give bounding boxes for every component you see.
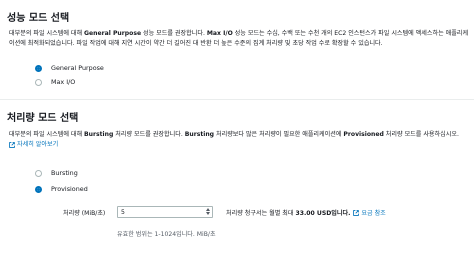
learn-more-label: 자세히 알아보기 xyxy=(17,141,59,148)
section-divider xyxy=(0,99,474,100)
tp-desc-part: 대부분의 파일 시스템에 대해 xyxy=(9,131,85,138)
radio-provisioned[interactable]: Provisioned xyxy=(35,184,88,194)
radio-checked-icon[interactable] xyxy=(35,64,42,72)
radio-label: General Purpose xyxy=(51,64,104,72)
pricing-note: 처리량 청구서는 월별 최대 33.00 USD입니다. 요금 참조 xyxy=(226,208,386,217)
stepper-down-icon[interactable] xyxy=(206,212,210,215)
pricing-note-prefix: 처리량 청구서는 월별 최대 xyxy=(226,210,294,217)
radio-checked-icon[interactable] xyxy=(35,185,42,193)
perf-desc-part: 성능 모드를 권장합니다. xyxy=(141,30,207,37)
perf-mode-description: 대부분의 파일 시스템에 대해 General Purpose 성능 모드를 권… xyxy=(9,29,469,49)
radio-bursting[interactable]: Bursting xyxy=(35,168,78,178)
throughput-mode-title: 처리량 모드 선택 xyxy=(7,113,79,124)
external-link-icon xyxy=(353,209,360,216)
perf-mode-title: 성능 모드 선택 xyxy=(7,13,70,24)
learn-more-link[interactable]: 자세히 알아보기 xyxy=(9,140,58,150)
tp-desc-part: 처리량보다 많은 처리량이 필요한 애플리케이션에 xyxy=(214,131,344,138)
throughput-input[interactable] xyxy=(117,206,213,218)
perf-desc-part: 대부분의 파일 시스템에 대해 xyxy=(9,30,85,37)
tp-desc-part: 처리량 모드를 권장합니다. xyxy=(113,131,185,138)
radio-label: Provisioned xyxy=(51,185,88,193)
throughput-field-label: 처리량 (MiB/초) xyxy=(63,210,106,217)
radio-general-purpose[interactable]: General Purpose xyxy=(35,63,104,73)
tp-desc-part: 처리량 모드를 사용하십시오. xyxy=(383,131,459,138)
perf-desc-general-purpose: General Purpose xyxy=(84,30,142,37)
radio-max-io[interactable]: Max I/O xyxy=(35,77,75,87)
efs-settings-page: 성능 모드 선택 대부분의 파일 시스템에 대해 General Purpose… xyxy=(0,0,474,258)
radio-label: Bursting xyxy=(51,169,78,177)
throughput-mode-description: 대부분의 파일 시스템에 대해 Bursting 처리량 모드를 권장합니다. … xyxy=(9,130,469,152)
tp-desc-provisioned: Provisioned xyxy=(343,131,384,138)
number-stepper[interactable] xyxy=(206,208,210,215)
radio-unchecked-icon[interactable] xyxy=(35,78,42,86)
tp-desc-bursting: Bursting xyxy=(84,131,114,138)
valid-range-hint: 유효한 범위는 1-1024입니다. MiB/초 xyxy=(117,231,216,238)
external-link-icon xyxy=(9,142,15,148)
tp-desc-bursting: Bursting xyxy=(184,131,215,138)
pricing-link[interactable]: 요금 참조 xyxy=(353,208,386,217)
perf-desc-max-io: Max I/O xyxy=(206,30,233,37)
pricing-link-label: 요금 참조 xyxy=(361,210,386,217)
pricing-amount: 33.00 USD입니다. xyxy=(295,210,351,217)
radio-unchecked-icon[interactable] xyxy=(35,169,42,177)
stepper-up-icon[interactable] xyxy=(206,208,210,211)
radio-label: Max I/O xyxy=(51,78,76,86)
